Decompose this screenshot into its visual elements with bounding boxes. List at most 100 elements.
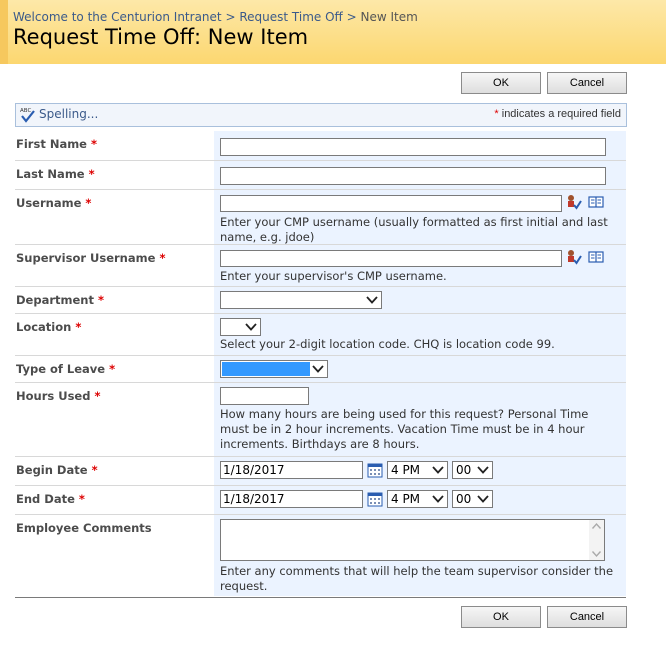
begin-date-label-text: Begin Date — [16, 463, 88, 477]
end-hour-select[interactable]: 4 PM — [387, 490, 448, 508]
label-cell: Supervisor Username * — [15, 245, 213, 286]
check-names-icon[interactable] — [566, 249, 582, 265]
leave-type-label: Type of Leave * — [16, 362, 115, 376]
end-date-input[interactable]: 1/18/2017 — [220, 490, 363, 508]
scroll-up-icon[interactable] — [591, 522, 602, 530]
required-star: * — [78, 492, 85, 506]
department-label: Department * — [16, 293, 104, 307]
required-field-note: * indicates a required field — [494, 108, 621, 120]
chevron-down-icon — [366, 296, 378, 304]
scroll-down-icon[interactable] — [591, 550, 602, 558]
field-cell — [214, 287, 626, 313]
form-bottom-divider — [15, 597, 626, 598]
required-star: * — [94, 389, 101, 403]
comments-scrollbar[interactable] — [589, 520, 604, 560]
field-cell: 1/18/2017 4 PM 00 — [214, 457, 626, 485]
username-help: Enter your CMP username (usually formatt… — [220, 215, 608, 244]
breadcrumb-site-link[interactable]: Welcome to the Centurion Intranet — [13, 10, 222, 24]
label-cell: Begin Date * — [15, 457, 213, 485]
page-header: Welcome to the Centurion Intranet > Requ… — [0, 0, 666, 64]
location-select[interactable] — [220, 318, 261, 336]
required-star: * — [494, 108, 499, 120]
row-hours: Hours Used * How many hours are being us… — [15, 383, 626, 457]
begin-hour-select[interactable]: 4 PM — [387, 461, 448, 479]
cancel-button-bottom[interactable]: Cancel — [547, 606, 627, 628]
first-name-input[interactable] — [220, 138, 606, 156]
field-cell: How many hours are being used for this r… — [214, 383, 626, 456]
begin-date-input[interactable]: 1/18/2017 — [220, 461, 363, 479]
hours-input[interactable] — [220, 387, 309, 405]
last-name-input[interactable] — [220, 167, 606, 185]
username-input[interactable] — [220, 195, 562, 212]
required-star: * — [98, 293, 105, 307]
begin-minute-value: 00 — [456, 463, 472, 477]
chevron-down-icon — [432, 495, 444, 503]
department-label-text: Department — [16, 293, 94, 307]
svg-text:ABC: ABC — [20, 108, 31, 114]
field-cell: Select your 2-digit location code. CHQ i… — [214, 314, 626, 355]
required-star: * — [85, 196, 92, 210]
chevron-down-icon — [477, 495, 489, 503]
field-cell: Enter your supervisor's CMP username. — [214, 245, 626, 286]
breadcrumb-separator: > — [346, 10, 357, 24]
supervisor-label-text: Supervisor Username — [16, 251, 156, 265]
label-cell: Department * — [15, 287, 213, 313]
required-star: * — [75, 320, 82, 334]
breadcrumb-list-link[interactable]: Request Time Off — [239, 10, 342, 24]
field-cell — [214, 131, 626, 160]
location-label-text: Location — [16, 320, 72, 334]
username-label: Username * — [16, 196, 91, 210]
required-star: * — [91, 463, 98, 477]
comments-label: Employee Comments — [16, 521, 152, 535]
supervisor-label: Supervisor Username * — [16, 251, 165, 265]
end-minute-select[interactable]: 00 — [452, 490, 493, 508]
check-names-icon[interactable] — [566, 194, 582, 210]
required-star: * — [159, 251, 166, 265]
cancel-button-top[interactable]: Cancel — [547, 72, 627, 94]
supervisor-input[interactable] — [220, 250, 562, 267]
chevron-down-icon — [245, 323, 257, 331]
required-note-text: indicates a required field — [501, 108, 621, 120]
begin-minute-select[interactable]: 00 — [452, 461, 493, 479]
hours-label: Hours Used * — [16, 389, 100, 403]
end-date-label-text: End Date — [16, 492, 75, 506]
row-begin-date: Begin Date * 1/18/2017 4 PM 00 — [15, 457, 626, 486]
end-minute-value: 00 — [456, 492, 472, 506]
field-cell: Enter any comments that will help the te… — [214, 515, 626, 596]
leave-type-select[interactable] — [220, 360, 328, 378]
required-star: * — [91, 137, 98, 151]
label-cell: End Date * — [15, 486, 213, 514]
breadcrumb-current: New Item — [360, 10, 418, 24]
username-label-text: Username — [16, 196, 82, 210]
header-accent — [0, 0, 8, 64]
spelling-link[interactable]: Spelling... — [39, 107, 98, 121]
label-cell: Location * — [15, 314, 213, 355]
label-cell: Username * — [15, 190, 213, 244]
row-end-date: End Date * 1/18/2017 4 PM 00 — [15, 486, 626, 515]
ok-button-bottom[interactable]: OK — [461, 606, 541, 628]
address-book-icon[interactable] — [588, 194, 604, 210]
label-cell: Hours Used * — [15, 383, 213, 456]
field-cell — [214, 161, 626, 189]
first-name-label-text: First Name — [16, 137, 87, 151]
row-supervisor: Supervisor Username * Enter your supervi… — [15, 245, 626, 287]
address-book-icon[interactable] — [588, 249, 604, 265]
calendar-icon[interactable] — [367, 491, 383, 507]
hours-label-text: Hours Used — [16, 389, 91, 403]
chevron-down-icon — [312, 365, 324, 373]
required-star: * — [109, 362, 116, 376]
department-select[interactable] — [220, 291, 382, 309]
supervisor-help: Enter your supervisor's CMP username. — [220, 269, 447, 283]
end-hour-value: 4 PM — [391, 492, 421, 506]
label-cell: First Name * — [15, 131, 213, 160]
hours-help: How many hours are being used for this r… — [220, 407, 589, 451]
calendar-icon[interactable] — [367, 462, 383, 478]
comments-textarea[interactable] — [220, 519, 605, 561]
first-name-label: First Name * — [16, 137, 97, 151]
ok-button-top[interactable]: OK — [461, 72, 541, 94]
spelling-icon[interactable]: ABC — [20, 106, 36, 123]
row-last-name: Last Name * — [15, 161, 626, 190]
label-cell: Last Name * — [15, 161, 213, 189]
row-username: Username * Enter your CMP username (usua… — [15, 190, 626, 245]
chevron-down-icon — [432, 466, 444, 474]
